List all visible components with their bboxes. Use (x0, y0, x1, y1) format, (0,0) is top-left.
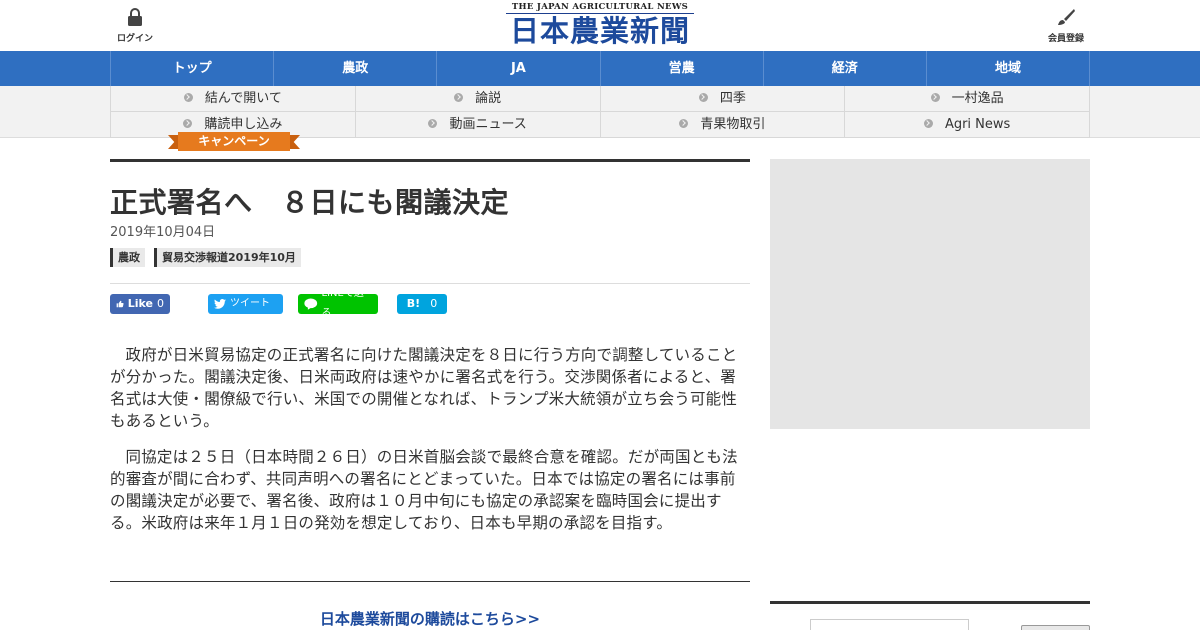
subnav-item-seasons[interactable]: 四季 (600, 86, 846, 112)
article: 正式署名へ ８日にも閣議決定 2019年10月04日 農政 貿易交渉報道2019… (110, 159, 750, 548)
divider (110, 283, 750, 284)
tweet-label: ツイート (230, 298, 270, 309)
subnav-label: Agri News (944, 117, 1011, 132)
subnav-label: 論説 (475, 91, 502, 106)
facebook-like-button[interactable]: Like 0 (110, 294, 170, 314)
subscribe-link[interactable]: 日本農業新聞の購読はこちら>> (110, 608, 750, 629)
article-top-rule (110, 159, 750, 162)
subnav-label: 一村逸品 (951, 91, 1004, 106)
register-button[interactable]: 会員登録 (1043, 8, 1089, 44)
facebook-label: Like (127, 297, 153, 310)
article-tags: 農政 貿易交渉報道2019年10月 (110, 248, 750, 268)
sidebar-rule (770, 601, 1090, 604)
site-logo[interactable]: THE JAPAN AGRICULTURAL NEWS 日本農業新聞 (504, 2, 696, 47)
nav-item-politics[interactable]: 農政 (274, 51, 438, 86)
logo-japanese: 日本農業新聞 (509, 14, 690, 48)
share-buttons: Like 0 ツイート LINEで送る B! 0 (110, 288, 750, 319)
nav-item-farming[interactable]: 営農 (601, 51, 764, 86)
tweet-button[interactable]: ツイート (208, 294, 283, 314)
facebook-count: 0 (157, 297, 164, 310)
chevron-right-icon (923, 119, 933, 128)
sidebar-search-button[interactable] (1021, 625, 1090, 630)
lock-icon (128, 8, 142, 26)
campaign-ribbon[interactable]: キャンペーン (168, 132, 300, 151)
nav-item-economy[interactable]: 経済 (764, 51, 927, 86)
chevron-right-icon (454, 93, 464, 102)
hatena-label: B! (406, 297, 421, 310)
twitter-bird-icon (214, 299, 226, 309)
brush-icon (1058, 9, 1075, 25)
nav-item-ja[interactable]: JA (437, 51, 601, 86)
subnav-label: 動画ニュース (449, 117, 527, 132)
main-navigation: トップ 農政 JA 営農 経済 地域 (0, 51, 1200, 86)
tag-politics[interactable]: 農政 (110, 248, 145, 267)
line-logo-icon (304, 298, 318, 310)
chevron-right-icon (679, 119, 689, 128)
subnav-label: 青果物取引 (700, 117, 766, 132)
chevron-right-icon (930, 93, 940, 102)
campaign-label: キャンペーン (178, 132, 290, 151)
chevron-right-icon (428, 119, 438, 128)
line-share-button[interactable]: LINEで送る (298, 288, 378, 319)
logo-english: THE JAPAN AGRICULTURAL NEWS (511, 2, 689, 12)
sub-navigation: 結んで開いて 論説 四季 一村逸品 購読申し込み 動画ニュース 青果物取引 Ag… (0, 86, 1200, 138)
login-label: ログイン (116, 34, 153, 44)
site-header: ログイン THE JAPAN AGRICULTURAL NEWS 日本農業新聞 … (0, 0, 1200, 50)
line-label: LINEで送る (321, 288, 364, 319)
subnav-item-editorial[interactable]: 論説 (355, 86, 601, 112)
chevron-right-icon (183, 119, 193, 128)
advertisement-placeholder (770, 159, 1090, 429)
nav-item-top[interactable]: トップ (111, 51, 275, 86)
article-paragraph: 政府が日米貿易協定の正式署名に向けた閣議決定を８日に行う方向で調整していることが… (110, 346, 738, 430)
article-date: 2019年10月04日 (110, 225, 216, 240)
register-label: 会員登録 (1047, 34, 1084, 44)
chevron-right-icon (183, 93, 193, 102)
article-body: 政府が日米貿易協定の正式署名に向けた閣議決定を８日に行う方向で調整していることが… (110, 344, 750, 534)
subnav-item-ippin[interactable]: 一村逸品 (845, 86, 1090, 112)
tag-trade-negotiation[interactable]: 貿易交渉報道2019年10月 (154, 248, 301, 267)
article-paragraph: 同協定は２５日（日本時間２６日）の日米首脳会談で最終合意を確認。だが両国とも法的… (110, 448, 738, 532)
login-button[interactable]: ログイン (115, 8, 155, 44)
article-bottom-rule (110, 581, 750, 582)
nav-item-region[interactable]: 地域 (927, 51, 1091, 86)
chevron-right-icon (698, 93, 708, 102)
article-title: 正式署名へ ８日にも閣議決定 (110, 186, 510, 219)
sidebar-search-input[interactable] (810, 619, 969, 630)
subnav-item-market[interactable]: 青果物取引 (600, 112, 846, 138)
hatena-bookmark-button[interactable]: B! 0 (397, 294, 447, 314)
thumbs-up-icon (116, 300, 124, 308)
subnav-item-video[interactable]: 動画ニュース (355, 112, 601, 138)
subnav-item-musunde[interactable]: 結んで開いて (111, 86, 356, 112)
subnav-label: 購読申し込み (204, 117, 283, 132)
subnav-item-agri-news[interactable]: Agri News (845, 112, 1090, 138)
subnav-label: 結んで開いて (204, 91, 282, 106)
subnav-label: 四季 (719, 91, 746, 106)
hatena-count: 0 (430, 297, 438, 310)
